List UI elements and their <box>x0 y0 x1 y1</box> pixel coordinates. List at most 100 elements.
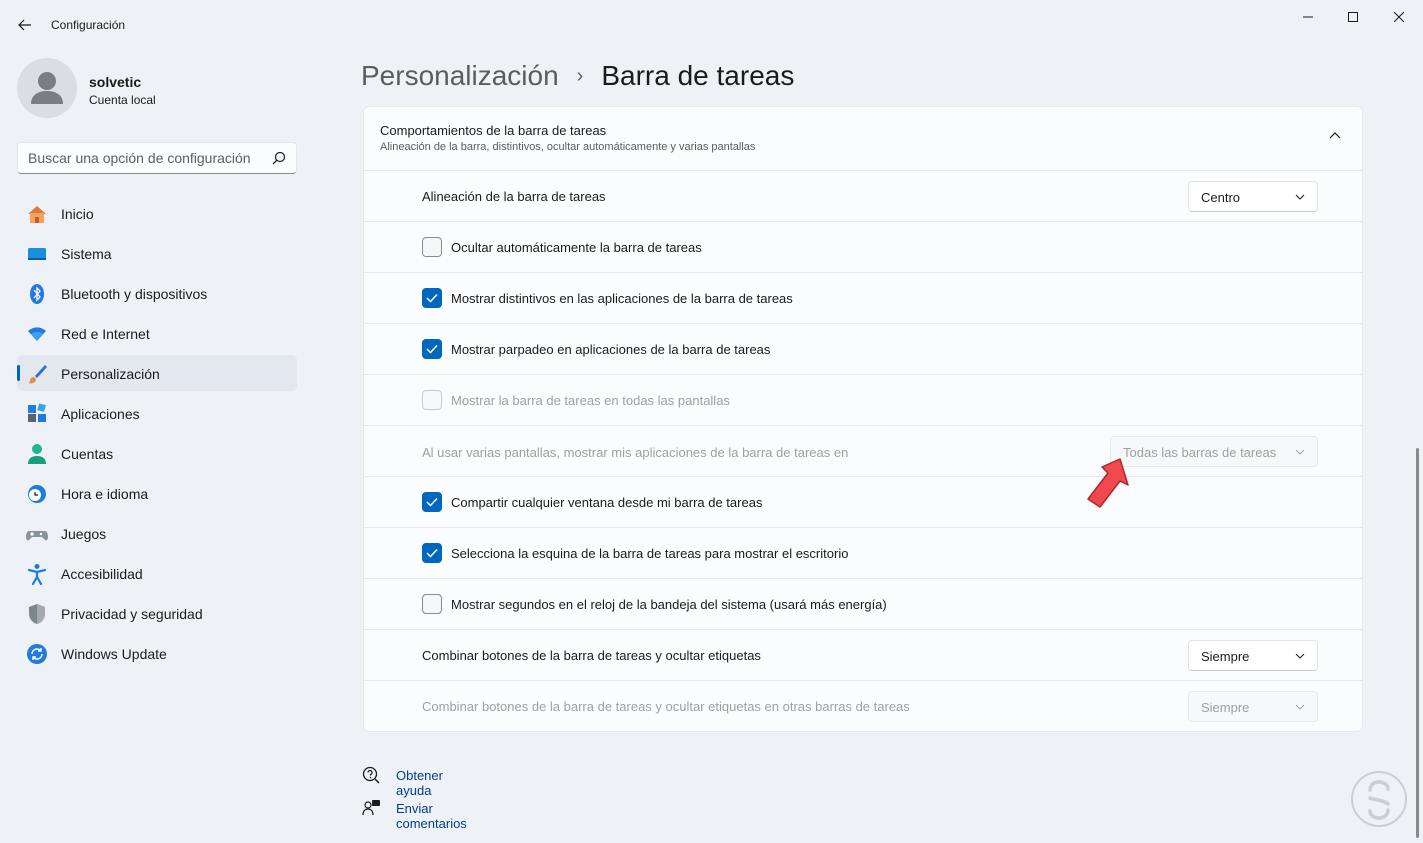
shield-icon <box>26 603 48 625</box>
sidebar-item-red[interactable]: Red e Internet <box>17 315 297 351</box>
setting-label: Mostrar segundos en el reloj de la bande… <box>451 597 887 612</box>
apps-icon <box>26 403 48 425</box>
minimize-icon <box>1303 16 1313 18</box>
setting-row-combine-buttons: Combinar botones de la barra de tareas y… <box>364 630 1362 681</box>
checkmark-icon <box>426 497 438 507</box>
sidebar-item-cuentas[interactable]: Cuentas <box>17 435 297 471</box>
chevron-down-icon <box>1295 194 1305 200</box>
back-arrow-icon <box>18 19 31 31</box>
maximize-button[interactable] <box>1330 2 1376 32</box>
user-silhouette-icon <box>31 72 63 104</box>
setting-label: Combinar botones de la barra de tareas y… <box>422 699 910 714</box>
show-desktop-checkbox[interactable] <box>422 543 442 563</box>
setting-row-alignment: Alineación de la barra de tareas Centro <box>364 171 1362 222</box>
sidebar-item-label: Inicio <box>61 206 94 222</box>
sidebar-item-privacidad[interactable]: Privacidad y seguridad <box>17 595 297 631</box>
breadcrumb-parent[interactable]: Personalización <box>361 60 559 92</box>
setting-label: Mostrar la barra de tareas en todas las … <box>451 393 730 408</box>
sidebar-item-personalizacion[interactable]: Personalización <box>17 355 297 391</box>
setting-label: Mostrar parpadeo en aplicaciones de la b… <box>451 342 771 357</box>
setting-row-seconds-clock: Mostrar segundos en el reloj de la bande… <box>364 579 1362 630</box>
sidebar-item-label: Aplicaciones <box>61 406 140 422</box>
sidebar-item-hora[interactable]: Hora e idioma <box>17 475 297 511</box>
flashing-checkbox[interactable] <box>422 339 442 359</box>
autohide-checkbox[interactable] <box>422 237 442 257</box>
section-header[interactable]: Comportamientos de la barra de tareas Al… <box>364 107 1362 171</box>
seconds-clock-checkbox[interactable] <box>422 594 442 614</box>
share-window-checkbox[interactable] <box>422 492 442 512</box>
chevron-down-icon <box>1295 704 1305 710</box>
sidebar-item-label: Hora e idioma <box>61 486 149 502</box>
breadcrumb: Personalización › Barra de tareas <box>361 60 794 92</box>
section-subtitle: Alineación de la barra, distintivos, ocu… <box>380 141 756 153</box>
feedback-link[interactable]: Enviar comentarios <box>396 801 467 831</box>
account-type: Cuenta local <box>89 93 156 107</box>
badges-checkbox[interactable] <box>422 288 442 308</box>
user-card[interactable]: solvetic Cuenta local <box>17 58 297 118</box>
alignment-dropdown[interactable]: Centro <box>1188 181 1318 212</box>
sidebar-item-label: Windows Update <box>61 646 167 662</box>
setting-row-badges: Mostrar distintivos en las aplicaciones … <box>364 273 1362 324</box>
sidebar-item-juegos[interactable]: Juegos <box>17 515 297 551</box>
sidebar-item-label: Cuentas <box>61 446 114 462</box>
accessibility-icon <box>26 563 48 585</box>
setting-label: Compartir cualquier ventana desde mi bar… <box>451 495 763 510</box>
search-icon[interactable] <box>272 151 286 165</box>
multi-display-dropdown[interactable]: Todas las barras de tareas <box>1110 436 1318 467</box>
maximize-icon <box>1348 12 1358 22</box>
setting-row-show-desktop: Selecciona la esquina de la barra de tar… <box>364 528 1362 579</box>
dropdown-value: Todas las barras de tareas <box>1123 445 1277 460</box>
setting-label: Ocultar automáticamente la barra de tare… <box>451 240 702 255</box>
app-title: Configuración <box>51 18 126 32</box>
chevron-up-icon[interactable] <box>1328 129 1342 143</box>
dropdown-value: Centro <box>1201 190 1241 205</box>
search-input[interactable] <box>28 150 258 166</box>
setting-row-combine-other: Combinar botones de la barra de tareas y… <box>364 681 1362 732</box>
sidebar-item-label: Juegos <box>61 526 107 542</box>
back-button[interactable] <box>10 12 40 38</box>
sidebar-item-label: Accesibilidad <box>61 566 143 582</box>
taskbar-behaviors-panel: Comportamientos de la barra de tareas Al… <box>363 106 1363 732</box>
home-icon <box>26 203 48 225</box>
sidebar-item-label: Bluetooth y dispositivos <box>61 286 208 302</box>
section-title: Comportamientos de la barra de tareas <box>380 123 607 138</box>
sidebar-item-aplicaciones[interactable]: Aplicaciones <box>17 395 297 431</box>
sidebar-item-bluetooth[interactable]: Bluetooth y dispositivos <box>17 275 297 311</box>
sidebar-item-label: Red e Internet <box>61 326 150 342</box>
combine-other-dropdown[interactable]: Siempre <box>1188 691 1318 722</box>
user-name: solvetic <box>89 74 142 90</box>
sidebar-item-accesibilidad[interactable]: Accesibilidad <box>17 555 297 591</box>
sidebar-item-sistema[interactable]: Sistema <box>17 235 297 271</box>
breadcrumb-separator: › <box>576 64 584 87</box>
setting-row-share-window: Compartir cualquier ventana desde mi bar… <box>364 477 1362 528</box>
checkmark-icon <box>426 344 438 354</box>
close-button[interactable] <box>1376 2 1422 32</box>
setting-label: Al usar varias pantallas, mostrar mis ap… <box>422 445 849 460</box>
combine-buttons-dropdown[interactable]: Siempre <box>1188 640 1318 671</box>
dropdown-value: Siempre <box>1201 700 1250 715</box>
sidebar-item-windows-update[interactable]: Windows Update <box>17 635 297 671</box>
sidebar-nav: Inicio Sistema Bluetooth y dispositivos … <box>17 195 297 675</box>
setting-row-all-displays: Mostrar la barra de tareas en todas las … <box>364 375 1362 426</box>
checkmark-icon <box>426 548 438 558</box>
setting-label: Mostrar distintivos en las aplicaciones … <box>451 291 793 306</box>
sidebar-item-inicio[interactable]: Inicio <box>17 195 297 231</box>
scrollbar[interactable] <box>1416 448 1419 838</box>
search-box[interactable] <box>17 142 297 174</box>
checkmark-icon <box>426 293 438 303</box>
get-help-link[interactable]: Obtener ayuda <box>396 768 443 798</box>
feedback-icon <box>362 800 380 816</box>
accounts-icon <box>26 443 48 465</box>
system-icon <box>26 243 48 265</box>
minimize-button[interactable] <box>1285 2 1331 32</box>
watermark-logo-icon <box>1351 771 1407 827</box>
dropdown-value: Siempre <box>1201 649 1250 664</box>
close-icon <box>1394 12 1404 22</box>
setting-row-flashing: Mostrar parpadeo en aplicaciones de la b… <box>364 324 1362 375</box>
all-displays-checkbox[interactable] <box>422 390 442 410</box>
setting-label: Combinar botones de la barra de tareas y… <box>422 648 761 663</box>
clock-globe-icon <box>26 483 48 505</box>
chevron-down-icon <box>1295 653 1305 659</box>
chevron-down-icon <box>1295 449 1305 455</box>
update-icon <box>26 643 48 665</box>
